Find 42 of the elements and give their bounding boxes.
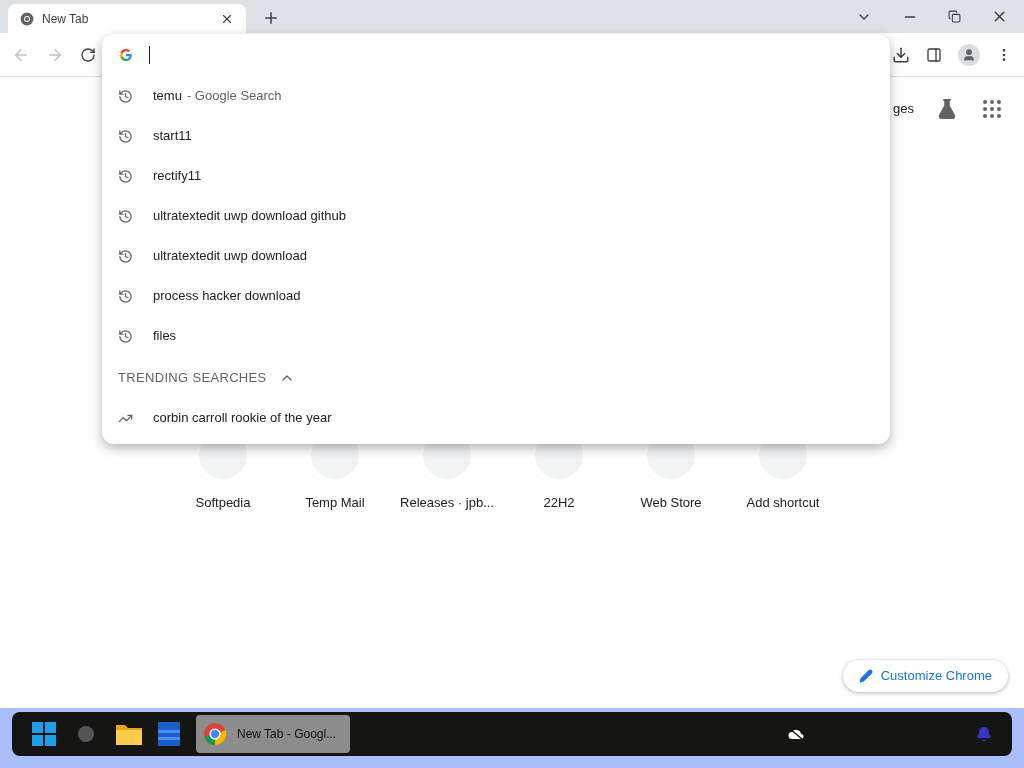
- suggestion-item[interactable]: corbin carroll rookie of the year: [102, 400, 890, 436]
- download-icon[interactable]: [892, 45, 910, 64]
- side-panel-icon[interactable]: [926, 46, 942, 63]
- taskbar-window-button[interactable]: New Tab - Googl...: [196, 715, 350, 753]
- windows-logo-icon[interactable]: [32, 722, 56, 746]
- chrome-logo-icon: [20, 11, 34, 26]
- suggestion-item[interactable]: process hacker download: [102, 276, 890, 316]
- shortcut-label[interactable]: Web Store: [640, 493, 702, 513]
- google-icon: [119, 48, 133, 62]
- folder-icon[interactable]: [116, 723, 142, 745]
- new-tab-icon[interactable]: [262, 9, 280, 27]
- pencil-icon: [858, 669, 873, 683]
- history-icon: [118, 288, 133, 304]
- shortcut-label[interactable]: 22H2: [543, 493, 575, 513]
- shortcut-label[interactable]: Releases · jpb...: [400, 493, 494, 513]
- suggestion-item[interactable]: files: [102, 316, 890, 356]
- suggestion-item[interactable]: rectify11: [102, 156, 890, 196]
- profile-avatar[interactable]: [958, 43, 980, 66]
- suggestion-item[interactable]: temu - Google Search: [102, 76, 890, 116]
- history-icon: [118, 248, 133, 264]
- reload-icon[interactable]: [80, 46, 96, 63]
- history-icon: [118, 128, 133, 144]
- chrome-icon: [203, 722, 227, 746]
- suggestion-item[interactable]: ultratextedit uwp download: [102, 236, 890, 276]
- apps-icon[interactable]: [980, 97, 1004, 121]
- history-icon: [118, 208, 133, 224]
- suggestion-item[interactable]: ultratextedit uwp download github: [102, 196, 890, 236]
- customize-chrome-button[interactable]: Customize Chrome: [842, 660, 1008, 692]
- flask-icon[interactable]: [936, 98, 958, 120]
- images-link[interactable]: ges: [893, 99, 914, 119]
- section-heading: TRENDING SEARCHES: [118, 369, 267, 388]
- history-icon: [118, 88, 133, 104]
- shortcut-label[interactable]: Temp Mail: [305, 493, 365, 513]
- history-icon: [118, 328, 133, 344]
- suggestion-item[interactable]: start11: [102, 116, 890, 156]
- restore-icon[interactable]: [948, 10, 961, 23]
- history-icon: [118, 168, 133, 184]
- browser-tab[interactable]: New Tab: [8, 4, 246, 33]
- tab-title: New Tab: [42, 10, 90, 28]
- cloud-icon[interactable]: [788, 728, 804, 740]
- shortcut-label[interactable]: Add shortcut: [746, 493, 820, 513]
- shortcut-label[interactable]: Softpedia: [195, 493, 251, 513]
